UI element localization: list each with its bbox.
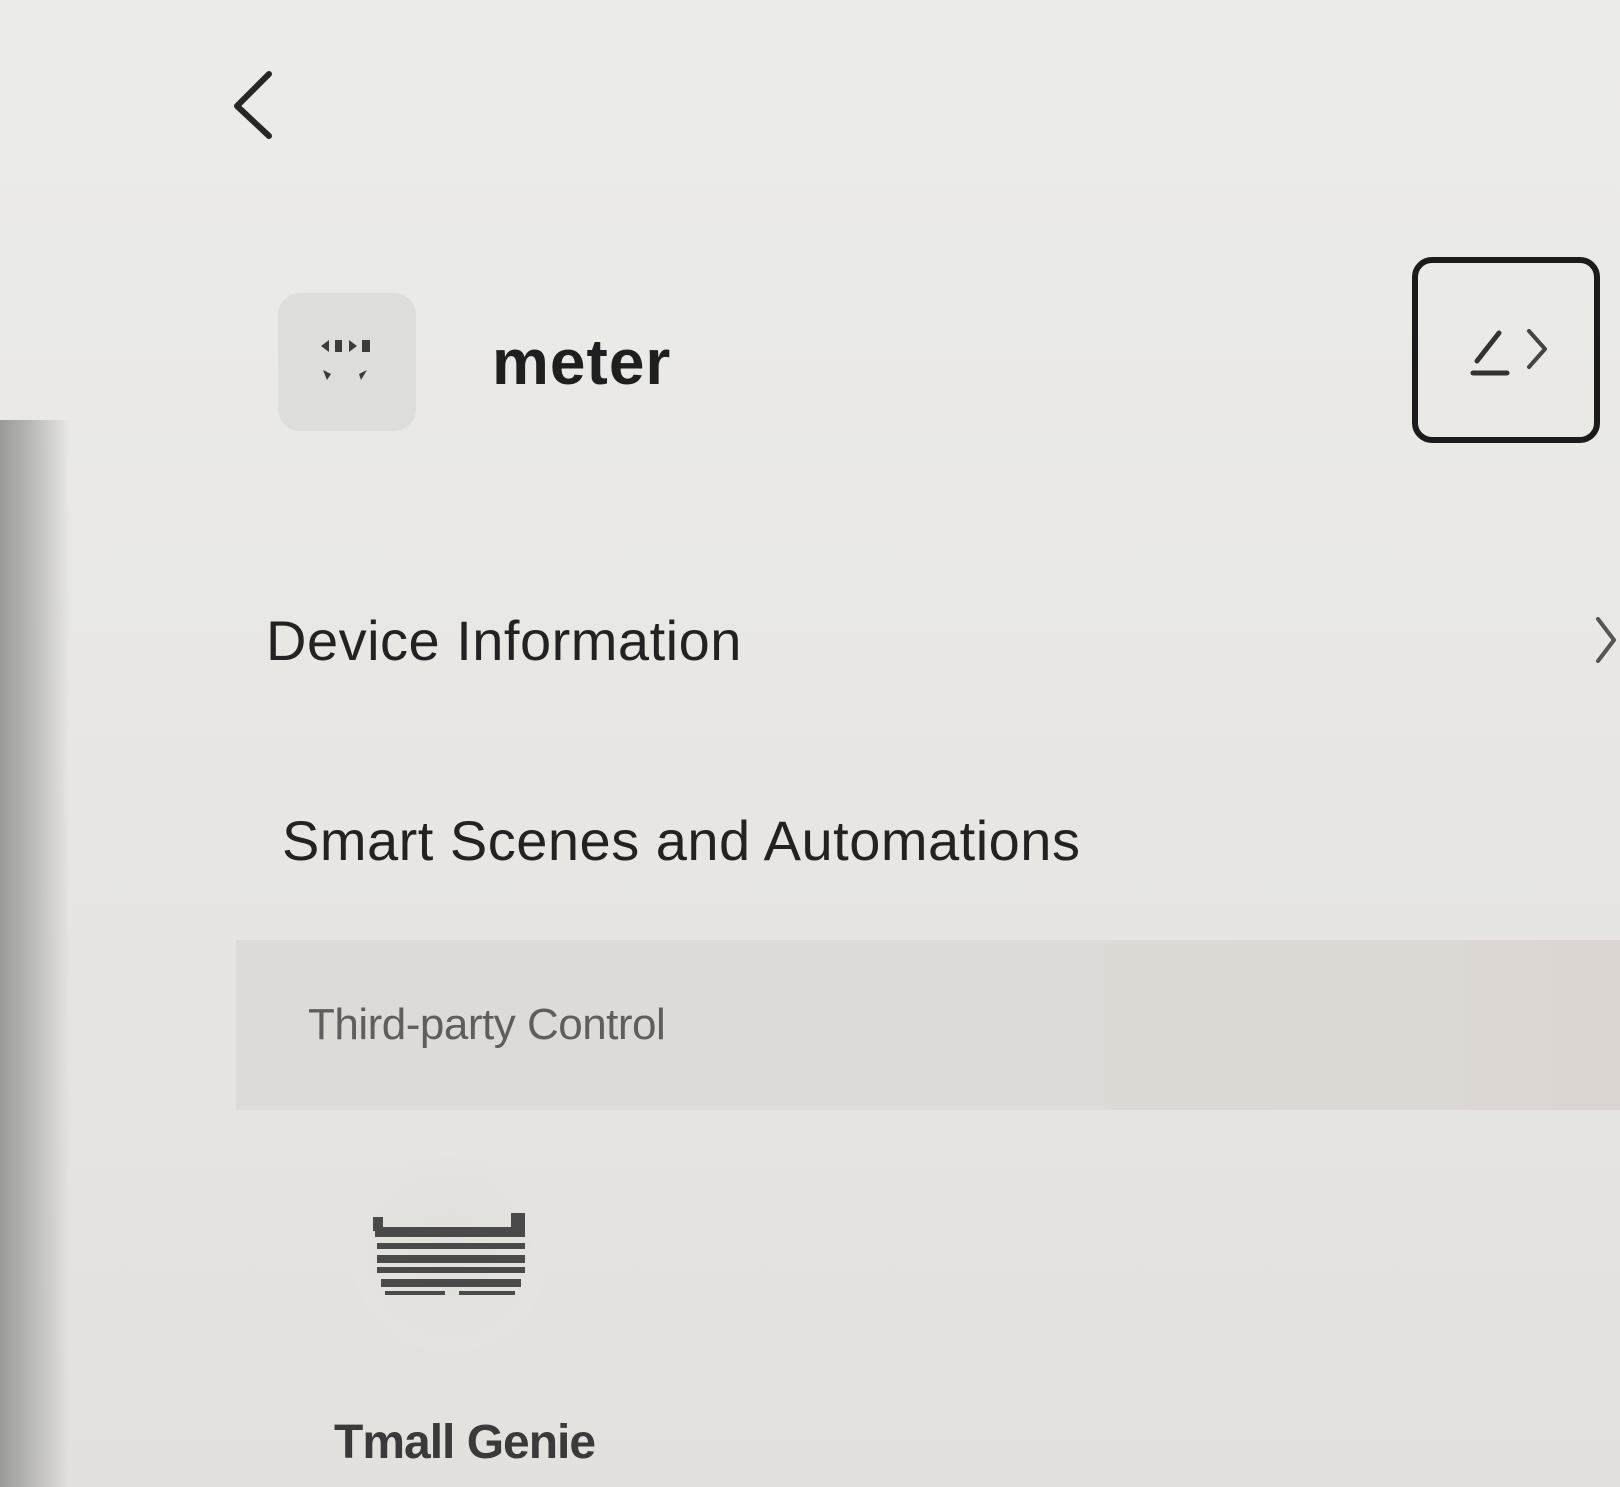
- smart-scenes-row[interactable]: Smart Scenes and Automations: [0, 775, 1620, 905]
- device-information-row[interactable]: Device Information: [0, 575, 1620, 705]
- edit-icon: [1470, 329, 1547, 376]
- device-information-label: Device Information: [266, 608, 742, 672]
- chevron-left-icon: [234, 71, 272, 139]
- back-button[interactable]: [228, 68, 278, 142]
- third-party-section-header: Third-party Control: [236, 940, 1620, 1110]
- tmall-genie-logo: [350, 1150, 550, 1360]
- socket-icon: [278, 293, 416, 431]
- tmall-genie-item[interactable]: Tmall Genie: [300, 1150, 620, 1480]
- device-header[interactable]: meter: [278, 292, 671, 432]
- edit-device-button[interactable]: [1412, 257, 1600, 443]
- device-settings-screen: meter Device Information Smart Scenes an…: [0, 0, 1620, 1487]
- device-name: meter: [492, 326, 672, 398]
- smart-scenes-label: Smart Scenes and Automations: [282, 808, 1081, 872]
- chevron-right-icon: [1596, 617, 1616, 663]
- section-title: Third-party Control: [308, 1000, 666, 1049]
- tmall-genie-label: Tmall Genie: [334, 1416, 596, 1469]
